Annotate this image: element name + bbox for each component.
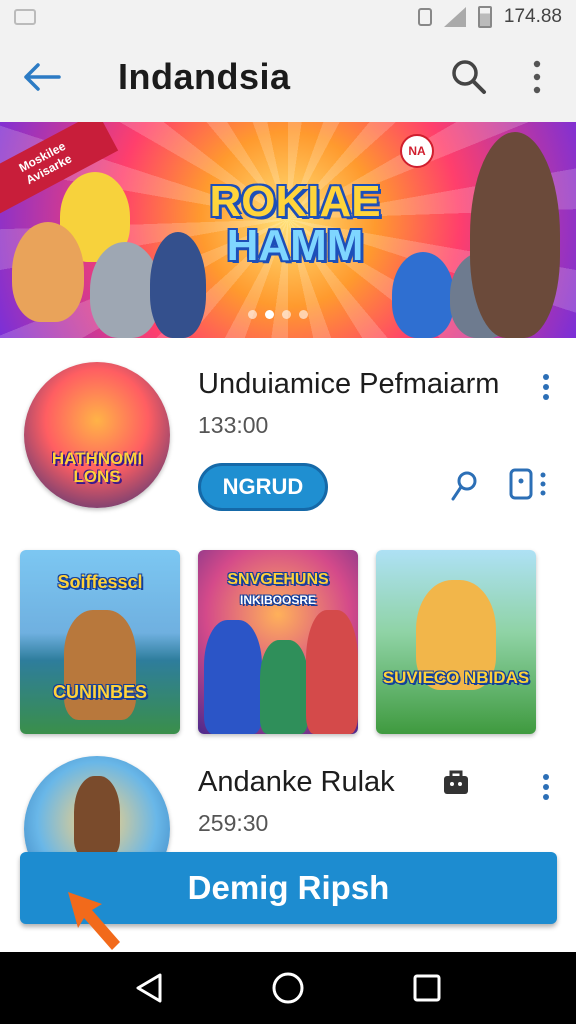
banner-title: ROKIAE HAMM [190, 180, 400, 268]
recents-nav-icon[interactable] [405, 966, 449, 1010]
banner-title-line: ROKIAE [209, 177, 381, 226]
promo-banner[interactable]: Moskilee Avisarke ROKIAE HAMM NA [0, 122, 576, 338]
app-actions [448, 56, 558, 98]
home-nav-icon[interactable] [266, 966, 310, 1010]
banner-character [470, 132, 560, 338]
thumbnail-card[interactable]: SNVGEHUNS INKIBOOSRE [198, 550, 358, 734]
status-bar: 174.88 [0, 0, 576, 34]
carousel-dot[interactable] [265, 310, 274, 319]
status-time: 174.88 [503, 6, 562, 27]
more-vert-icon[interactable] [536, 772, 556, 802]
device-icon[interactable] [508, 468, 552, 500]
avatar-character [74, 776, 120, 856]
item-title: Andanke Rulak [198, 766, 395, 798]
notification-icon [14, 9, 36, 25]
item-title: Unduiamice Pefmaiarm [198, 368, 500, 400]
thumb-caption-bottom: SUVIECO NBIDAS [382, 668, 530, 687]
avatar-caption-line: HATHNOMI [51, 449, 143, 468]
status-icons: 174.88 [417, 6, 562, 28]
thumb-caption-sub: INKIBOOSRE [239, 593, 316, 607]
more-vert-icon[interactable] [516, 56, 558, 98]
thumb-caption-top: Soiffesscl [57, 572, 143, 592]
item-duration: 259:30 [198, 810, 269, 836]
banner-title-line: HAMM [226, 221, 364, 270]
more-vert-icon[interactable] [536, 372, 556, 402]
carousel-dot[interactable] [248, 310, 257, 319]
briefcase-icon [440, 766, 472, 798]
vibrate-icon [417, 8, 432, 26]
banner-character [12, 222, 84, 322]
thumbnail-row: Soiffesscl CUNINBES SNVGEHUNS INKIBOOSRE… [20, 550, 560, 734]
system-nav-bar [0, 952, 576, 1024]
app-bar: Indandsia [0, 34, 576, 120]
back-nav-icon[interactable] [127, 966, 171, 1010]
screen: 174.88 Indandsia Moskilee Avisarke ROKIA… [0, 0, 576, 1024]
search-icon[interactable] [448, 56, 490, 98]
carousel-indicator [248, 310, 308, 319]
thumb-character [204, 620, 262, 734]
avatar-caption: HATHNOMI LONS [24, 450, 170, 486]
thumb-caption-top: SNVGEHUNS [227, 571, 329, 588]
thumb-character [260, 640, 308, 734]
page-title: Indandsia [118, 56, 291, 97]
item-duration: 133:00 [198, 412, 269, 438]
list-item[interactable]: HATHNOMI LONS Unduiamice Pefmaiarm 133:0… [0, 338, 576, 538]
thumb-character [306, 610, 358, 734]
banner-character [392, 252, 454, 338]
banner-logo: NA [400, 134, 434, 168]
battery-icon [477, 6, 492, 28]
carousel-dot[interactable] [299, 310, 308, 319]
item-action-button[interactable]: NGRUD [198, 463, 328, 511]
wifi-icon [443, 7, 466, 27]
pin-icon[interactable] [448, 470, 480, 502]
item-avatar[interactable]: HATHNOMI LONS [24, 362, 170, 508]
pointer-arrow-icon [62, 886, 130, 956]
list-item[interactable]: Andanke Rulak 259:30 [0, 748, 576, 902]
carousel-dot[interactable] [282, 310, 291, 319]
back-arrow-icon[interactable] [18, 54, 64, 100]
thumbnail-card[interactable]: Soiffesscl CUNINBES [20, 550, 180, 734]
avatar-caption-line: LONS [73, 467, 121, 486]
thumb-caption-bottom: CUNINBES [52, 682, 147, 702]
thumbnail-card[interactable]: SUVIECO NBIDAS [376, 550, 536, 734]
thumb-character [64, 610, 136, 720]
